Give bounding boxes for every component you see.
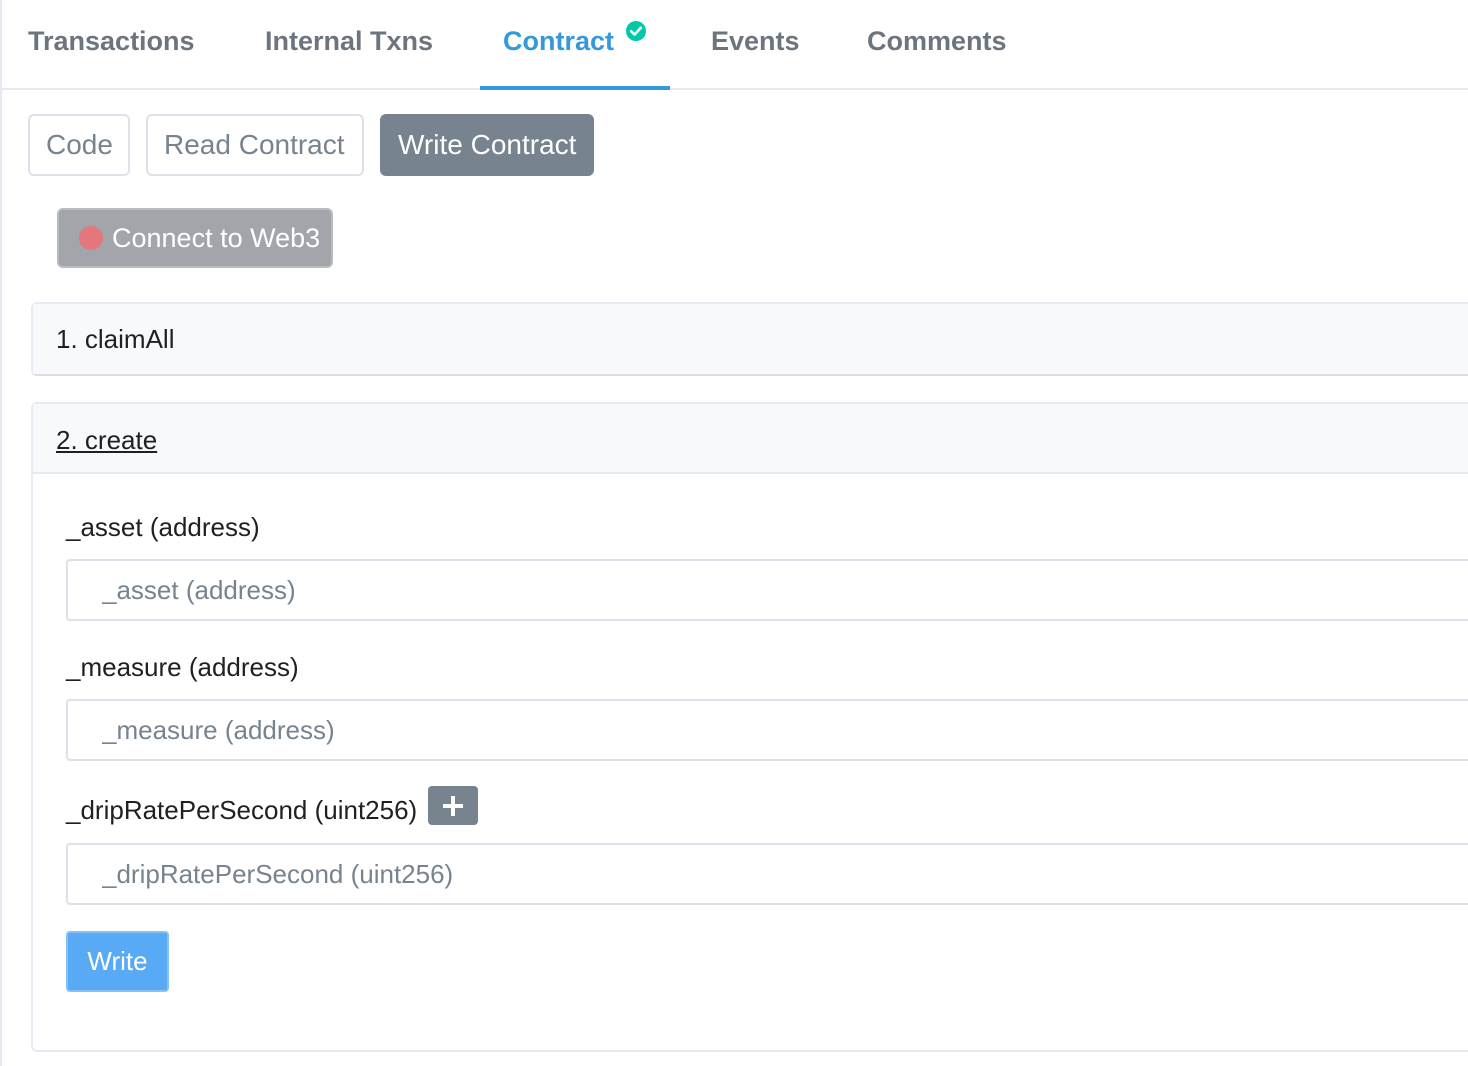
- drip-rate-input[interactable]: [66, 843, 1468, 905]
- write-button[interactable]: Write: [66, 931, 169, 992]
- connect-web3-button[interactable]: Connect to Web3: [57, 208, 333, 268]
- measure-input[interactable]: [66, 699, 1468, 761]
- contract-page: Transactions Internal Txns Contract Even…: [0, 0, 1468, 1066]
- drip-rate-label: _dripRatePerSecond (uint256): [66, 795, 418, 825]
- function-header-claimall[interactable]: 1. claimAll: [33, 304, 1468, 374]
- tab-bar: Transactions Internal Txns Contract Even…: [2, 0, 1468, 90]
- check-circle-icon: [626, 21, 646, 41]
- read-contract-button[interactable]: Read Contract: [146, 114, 364, 176]
- tab-contract[interactable]: Contract: [480, 0, 670, 90]
- function-header-create[interactable]: 2. create: [33, 404, 1468, 474]
- tab-transactions[interactable]: Transactions: [28, 0, 195, 90]
- status-dot-icon: [79, 226, 103, 250]
- code-button[interactable]: Code: [28, 114, 130, 176]
- asset-input[interactable]: [66, 559, 1468, 621]
- tab-contract-label: Contract: [503, 26, 615, 56]
- tab-events[interactable]: Events: [711, 0, 800, 90]
- function-card-create: 2. create _asset (address) _measure (add…: [31, 402, 1468, 1052]
- plus-icon: [443, 796, 463, 816]
- write-contract-button[interactable]: Write Contract: [380, 114, 594, 176]
- function-title-create: 2. create: [56, 425, 158, 455]
- measure-label: _measure (address): [66, 652, 299, 682]
- tab-comments[interactable]: Comments: [867, 0, 1007, 90]
- tab-internal-txns[interactable]: Internal Txns: [265, 0, 433, 90]
- add-decimals-button[interactable]: [428, 786, 478, 825]
- connect-web3-label: Connect to Web3: [112, 223, 321, 253]
- asset-label: _asset (address): [66, 512, 260, 542]
- function-card-claimall: 1. claimAll: [31, 302, 1468, 376]
